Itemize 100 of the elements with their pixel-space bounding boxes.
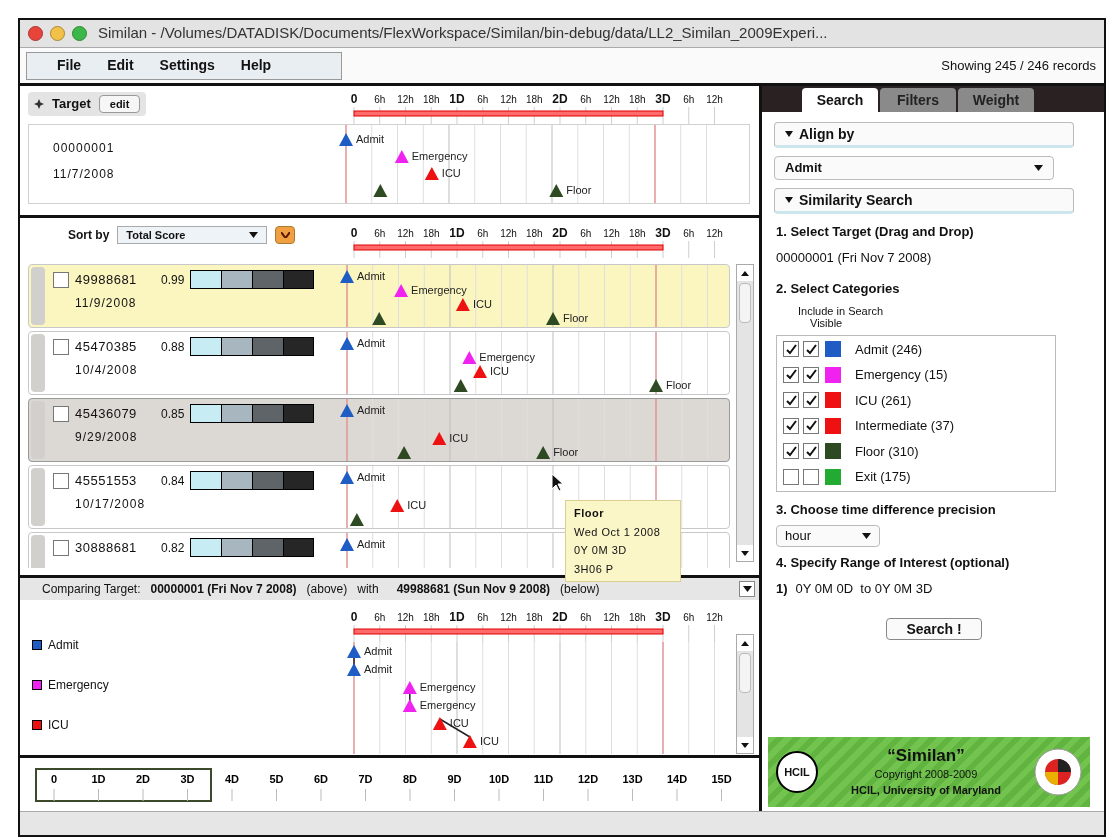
event-label: Floor [553,446,579,458]
record-row[interactable]: 45470385 0.88 10/4/2008 Admit Emergency ICU Floor [28,331,730,395]
event-marker[interactable] [349,513,364,526]
color-swatch[interactable] [825,468,841,485]
checkbox[interactable] [783,443,799,460]
sort-order-button[interactable] [275,226,296,244]
checkbox[interactable] [53,405,69,422]
comparison-dropdown[interactable] [739,581,755,597]
scroll-up-icon[interactable] [737,265,753,281]
align-dropdown[interactable]: Admit [774,156,1054,180]
event-marker[interactable] [402,699,417,712]
precision-dropdown[interactable]: hour [776,525,880,547]
color-swatch[interactable] [825,366,841,383]
scroll-up-icon[interactable] [737,635,753,651]
checkbox[interactable] [783,417,799,434]
column-hint: Include in Search [797,304,884,317]
event-marker[interactable] [462,351,477,364]
event-marker[interactable] [340,270,354,283]
row-handle[interactable] [31,334,45,392]
event-marker[interactable] [347,645,361,658]
accordion-header[interactable]: Align by [774,122,1074,148]
event-marker[interactable] [536,446,551,459]
event-marker[interactable] [340,337,354,350]
checkbox[interactable] [783,341,799,358]
scroll-down-icon[interactable] [737,737,753,753]
search-button[interactable]: Search ! [886,618,982,640]
overview-window[interactable] [35,767,212,802]
color-swatch[interactable] [825,341,841,358]
sort-dropdown[interactable]: Total Score [117,226,268,244]
event-marker[interactable] [649,379,663,392]
event-marker[interactable] [402,681,417,694]
menu-item[interactable]: Settings [159,55,215,76]
tab[interactable]: Weight [958,88,1034,112]
scroll-thumb[interactable] [739,283,751,323]
row-handle[interactable] [31,468,45,526]
event-marker[interactable] [462,735,477,748]
menu-item[interactable]: File [57,55,82,76]
record-row[interactable]: 49988681 0.99 11/9/2008 Admit Emergency ICU Floor [28,264,730,328]
event-marker[interactable] [340,404,354,417]
score-value: 0.88 [161,338,185,356]
event-marker[interactable] [473,365,488,378]
color-swatch[interactable] [825,417,841,434]
event-marker[interactable] [432,717,447,730]
checkbox[interactable] [803,366,819,383]
row-handle[interactable] [31,401,45,459]
checkbox[interactable] [803,417,819,434]
event-marker[interactable] [424,167,439,180]
expand-icon[interactable] [34,98,44,109]
checkbox[interactable] [53,539,69,556]
menu-item[interactable]: Edit [107,55,134,76]
tick-label: 18h [525,94,543,105]
record-row[interactable]: 45436079 0.85 9/29/2008 Admit ICU Floor [28,398,730,462]
event-marker[interactable] [394,284,409,297]
target-record[interactable]: 00000001 11/7/2008 Admit Emergency ICU Floor [28,124,750,204]
event-marker[interactable] [546,312,560,325]
checkbox[interactable] [53,271,69,288]
checkbox[interactable] [803,468,819,485]
checkbox[interactable] [803,341,819,358]
edit-button[interactable]: edit [98,94,141,113]
checkbox[interactable] [53,338,69,355]
tick-label: 8D [402,772,418,785]
tick-label: 6h [580,228,592,239]
scrollbar[interactable] [736,264,754,562]
checkbox[interactable] [803,443,819,460]
event-marker[interactable] [455,298,470,311]
tick-label: 7D [358,772,373,785]
tick-label: 12D [577,772,599,785]
tab[interactable]: Search [802,88,878,112]
event-marker[interactable] [453,379,468,392]
color-swatch[interactable] [825,392,841,409]
event-marker[interactable] [549,184,564,197]
scroll-down-icon[interactable] [737,545,753,561]
row-handle[interactable] [31,267,45,325]
checkbox[interactable] [53,472,69,489]
event-marker[interactable] [340,538,354,551]
checkbox[interactable] [783,366,799,383]
event-marker[interactable] [339,133,353,146]
checkbox[interactable] [783,468,799,485]
checkbox[interactable] [783,392,799,409]
tab[interactable]: Filters [880,88,956,112]
tick-label: 2D [552,226,568,240]
scroll-thumb[interactable] [739,653,751,693]
close-button[interactable] [28,26,43,41]
event-marker[interactable] [397,446,412,459]
event-marker[interactable] [372,312,387,325]
scrollbar[interactable] [736,634,754,754]
event-marker[interactable] [394,150,409,163]
tick-label: 0 [50,772,58,785]
menu-item[interactable]: Help [240,55,272,76]
accordion-header[interactable]: Similarity Search [774,188,1074,214]
event-marker[interactable] [347,663,361,676]
event-marker[interactable] [390,499,405,512]
caret-icon [742,586,752,592]
event-marker[interactable] [373,184,388,197]
event-marker[interactable] [432,432,447,445]
event-marker[interactable] [340,471,354,484]
color-swatch[interactable] [825,443,841,460]
overview-timeline[interactable]: 0 1D 2D 3D 4D 5D 6D 7D 8D 9D 10D 11D 12D 13D 14D 15D [34,766,750,803]
zoom-button[interactable] [72,26,87,41]
checkbox[interactable] [803,392,819,409]
